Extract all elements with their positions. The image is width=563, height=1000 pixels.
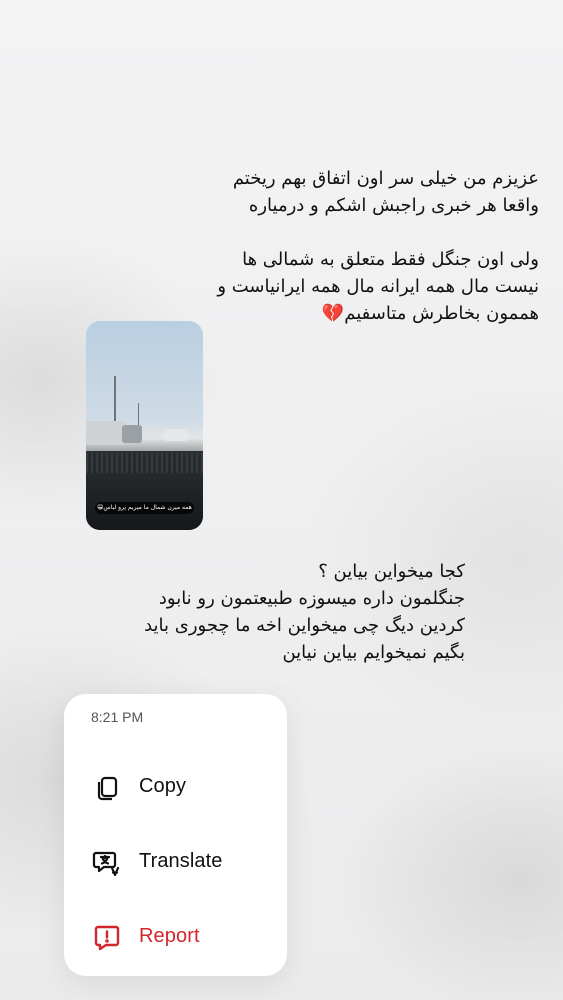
report-menu-item[interactable]: Report	[64, 912, 287, 962]
report-label: Report	[139, 925, 200, 947]
car-shape	[122, 425, 142, 443]
car-shape	[164, 429, 188, 441]
message-text-1: عزیزم من خیلی سر اون اتفاق بهم ریختم واق…	[217, 168, 539, 324]
message-timestamp: 8:21 PM	[91, 709, 144, 725]
report-icon	[92, 923, 122, 953]
car-shape	[86, 421, 126, 445]
translate-menu-item[interactable]: Translate	[64, 837, 287, 887]
translate-label: Translate	[139, 850, 223, 872]
translate-icon	[92, 848, 122, 878]
story-caption: همه میرن شمال ما میریم پرو لباس😁	[95, 502, 194, 514]
shared-story-thumbnail[interactable]: همه میرن شمال ما میریم پرو لباس😁	[86, 321, 203, 530]
copy-menu-item[interactable]: Copy	[64, 762, 287, 812]
car-shape	[146, 431, 158, 440]
street-pole	[114, 376, 116, 424]
message-text-2: کجا میخواین بیاین ؟ جنگلمون داره میسوزه …	[144, 561, 465, 663]
street-pole	[138, 403, 139, 425]
copy-icon	[92, 773, 122, 803]
dashboard-grille	[86, 453, 203, 473]
copy-label: Copy	[139, 775, 187, 797]
